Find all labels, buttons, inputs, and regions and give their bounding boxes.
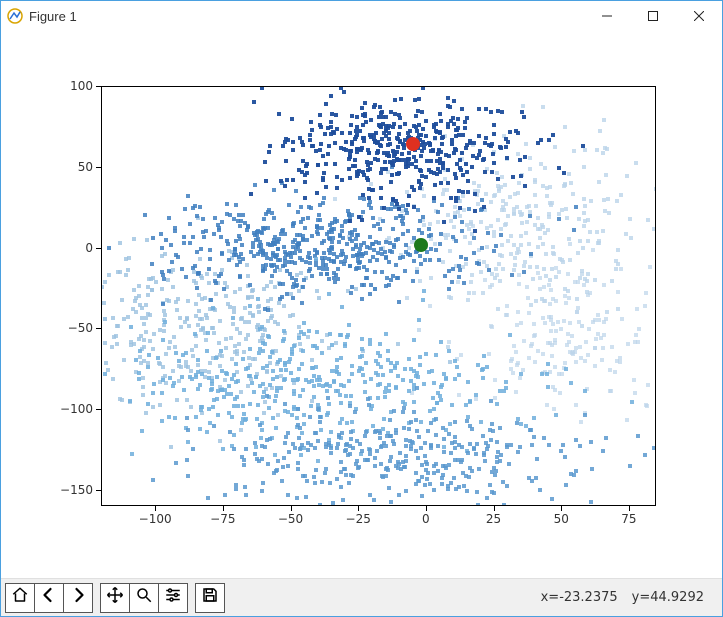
ytick-label: −50	[43, 321, 93, 335]
red-marker	[406, 137, 420, 151]
maximize-button[interactable]	[630, 1, 676, 31]
xtick-label: 75	[621, 512, 636, 526]
figure-window: Figure 1 −150 −100 −50 0 50 100 −100 −75 −50 −25 0…	[0, 0, 723, 617]
back-button[interactable]	[34, 583, 64, 613]
save-button[interactable]	[195, 583, 225, 613]
zoom-button[interactable]	[129, 583, 159, 613]
xtick-label: −50	[278, 512, 303, 526]
minimize-button[interactable]	[584, 1, 630, 31]
sliders-icon	[164, 586, 182, 609]
ytick-label: 50	[43, 160, 93, 174]
ytick-label: −100	[43, 402, 93, 416]
move-icon	[106, 586, 124, 609]
app-icon	[7, 8, 23, 24]
xtick-label: 0	[422, 512, 430, 526]
arrow-right-icon	[69, 586, 87, 609]
home-button[interactable]	[5, 583, 35, 613]
axes	[101, 86, 656, 506]
xtick-label: −25	[346, 512, 371, 526]
zoom-icon	[135, 586, 153, 609]
cursor-y-readout: y=44.9292	[632, 590, 704, 605]
toolbar: x=-23.2375 y=44.9292	[1, 578, 722, 616]
cursor-x-readout: x=-23.2375	[541, 590, 618, 605]
ytick-label: 0	[43, 241, 93, 255]
close-button[interactable]	[676, 1, 722, 31]
pan-button[interactable]	[100, 583, 130, 613]
xtick-label: 25	[486, 512, 501, 526]
ytick-label: −150	[43, 483, 93, 497]
ytick-label: 100	[43, 79, 93, 93]
window-title: Figure 1	[29, 9, 77, 24]
xtick-label: −100	[139, 512, 172, 526]
arrow-left-icon	[40, 586, 58, 609]
save-icon	[201, 586, 219, 609]
xtick-label: 50	[554, 512, 569, 526]
figure-canvas[interactable]: −150 −100 −50 0 50 100 −100 −75 −50 −25 0 25 50 75	[1, 31, 722, 578]
xtick-label: −75	[210, 512, 235, 526]
scatter-points	[102, 87, 655, 505]
home-icon	[11, 586, 29, 609]
forward-button[interactable]	[63, 583, 93, 613]
titlebar: Figure 1	[1, 1, 722, 31]
configure-button[interactable]	[158, 583, 188, 613]
